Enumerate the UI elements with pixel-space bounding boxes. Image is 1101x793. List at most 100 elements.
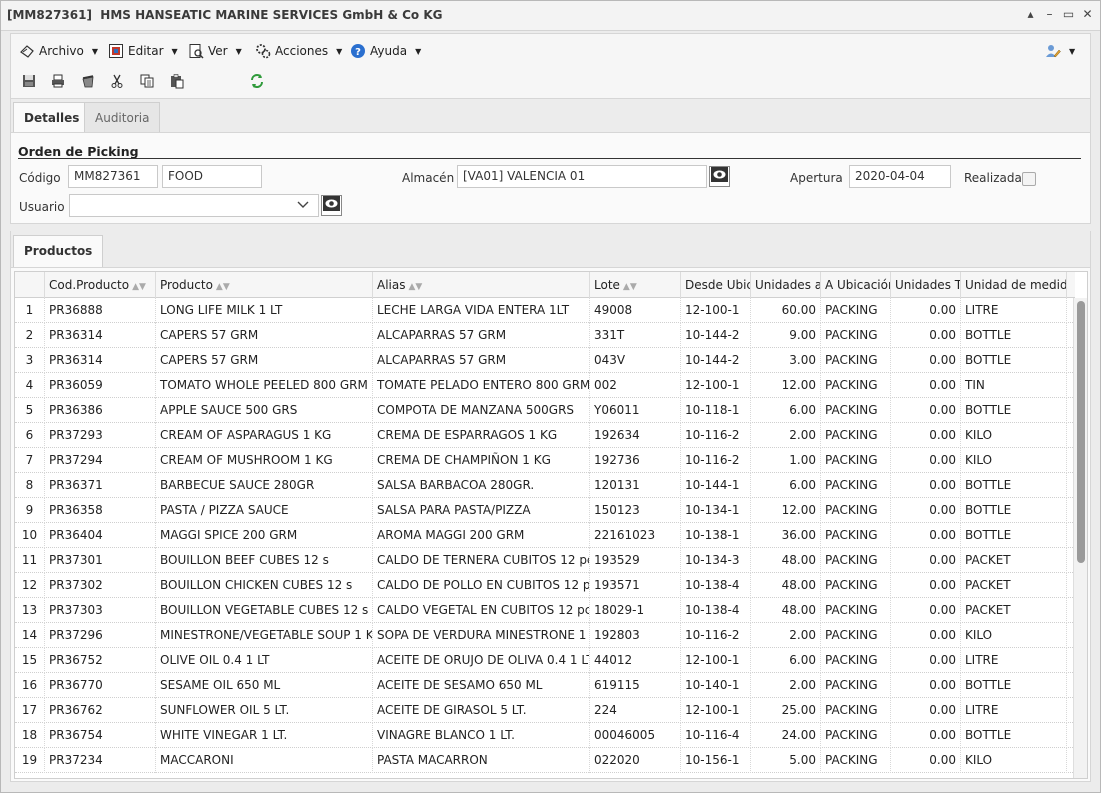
header-desde-ubicacion[interactable]: Desde Ubicación [681, 272, 751, 298]
table-row[interactable]: 11 PR37301 BOUILLON BEEF CUBES 12 s CALDO D… [15, 548, 1075, 573]
cell-unidades-transferidas: 0.00 [891, 323, 961, 348]
header-unidades-transferidas[interactable]: Unidades Transferidas [891, 272, 961, 298]
cell-producto: BARBECUE SAUCE 280GR [156, 473, 373, 498]
table-row[interactable]: 7 PR37294 CREAM OF MUSHROOM 1 KG CREMA DE C… [15, 448, 1075, 473]
cell-cod-producto: PR36752 [45, 648, 156, 673]
header-producto[interactable]: Producto ▲▼ [156, 272, 373, 298]
table-row[interactable]: 5 PR36386 APPLE SAUCE 500 GRS COMPOTA DE MA… [15, 398, 1075, 423]
row-number: 8 [15, 473, 45, 498]
cell-producto: OLIVE OIL 0.4 1 LT [156, 648, 373, 673]
table-row[interactable]: 13 PR37303 BOUILLON VEGETABLE CUBES 12 s CA… [15, 598, 1075, 623]
refresh-icon[interactable] [248, 73, 266, 91]
cell-alias: TOMATE PELADO ENTERO 800 GRM [373, 373, 590, 398]
cell-unidad-de-medida: KILO [961, 448, 1067, 473]
minimize-icon[interactable]: – [1043, 6, 1056, 22]
menu-ayuda[interactable]: ? Ayuda ▼ [350, 43, 421, 59]
cell-lote: 120131 [590, 473, 681, 498]
cell-producto: CAPERS 57 GRM [156, 348, 373, 373]
table-row[interactable]: 16 PR36770 SESAME OIL 650 ML ACEITE DE SESA… [15, 673, 1075, 698]
header-unidades-a-mover[interactable]: Unidades a Mover [751, 272, 821, 298]
cell-unidades-a-mover: 25.00 [751, 698, 821, 723]
picking-order-form: Orden de Picking Código MM827361 FOOD Al… [10, 132, 1091, 224]
close-icon[interactable]: ✕ [1081, 6, 1094, 22]
cell-unidad-de-medida: BOTTLE [961, 348, 1067, 373]
menu-acciones[interactable]: Acciones ▼ [255, 43, 342, 59]
window-title: [MM827361] HMS HANSEATIC MARINE SERVICES… [7, 8, 443, 22]
cell-unidades-a-mover: 12.00 [751, 373, 821, 398]
cell-lote: 619115 [590, 673, 681, 698]
delete-icon[interactable] [79, 73, 97, 91]
cell-unidades-a-mover: 6.00 [751, 398, 821, 423]
realizada-checkbox[interactable] [1022, 172, 1036, 186]
apertura-field[interactable]: 2020-04-04 [849, 165, 951, 188]
almacen-lookup-button[interactable] [709, 166, 730, 187]
table-row[interactable]: 15 PR36752 OLIVE OIL 0.4 1 LT ACEITE DE ORU… [15, 648, 1075, 673]
realizada-label: Realizada [964, 171, 1022, 185]
cell-desde-ubicacion: 12-100-1 [681, 648, 751, 673]
table-row[interactable]: 9 PR36358 PASTA / PIZZA SAUCE SALSA PARA PA… [15, 498, 1075, 523]
cell-cod-producto: PR37303 [45, 598, 156, 623]
copy-icon[interactable] [138, 73, 156, 91]
table-row[interactable]: 10 PR36404 MAGGI SPICE 200 GRM AROMA MAGGI … [15, 523, 1075, 548]
cell-lote: 022020 [590, 748, 681, 773]
tab-detalles[interactable]: Detalles [13, 102, 91, 134]
chevron-down-icon[interactable] [297, 198, 309, 213]
cell-a-ubicacion: PACKING [821, 598, 891, 623]
menu-ver[interactable]: Ver ▼ [188, 43, 242, 59]
table-row[interactable]: 12 PR37302 BOUILLON CHICKEN CUBES 12 s CALD… [15, 573, 1075, 598]
apertura-label: Apertura [790, 171, 843, 185]
almacen-field[interactable]: [VA01] VALENCIA 01 [457, 165, 707, 188]
cell-lote: 193529 [590, 548, 681, 573]
maximize-icon[interactable]: ▭ [1062, 6, 1075, 22]
header-unidad-de-medida[interactable]: Unidad de medida [961, 272, 1067, 298]
table-row[interactable]: 1 PR36888 LONG LIFE MILK 1 LT LECHE LARGA V… [15, 298, 1075, 323]
title-bar[interactable]: [MM827361] HMS HANSEATIC MARINE SERVICES… [1, 1, 1100, 31]
tab-productos[interactable]: Productos [13, 235, 104, 268]
header-lote[interactable]: Lote ▲▼ [590, 272, 681, 298]
cell-producto: PASTA / PIZZA SAUCE [156, 498, 373, 523]
codigo-type-field[interactable]: FOOD [162, 165, 262, 188]
sort-icon: ▲▼ [622, 282, 637, 292]
cell-cod-producto: PR36770 [45, 673, 156, 698]
header-a-ubicacion[interactable]: A Ubicación [821, 272, 891, 298]
menu-archivo[interactable]: Archivo ▼ [19, 43, 98, 59]
usuario-select[interactable] [69, 194, 319, 217]
table-row[interactable]: 6 PR37293 CREAM OF ASPARAGUS 1 KG CREMA DE … [15, 423, 1075, 448]
cell-unidades-a-mover: 3.00 [751, 348, 821, 373]
usuario-lookup-button[interactable] [321, 195, 342, 216]
menu-editar[interactable]: Editar ▼ [108, 43, 178, 59]
products-panel: Cod.Producto ▲▼ Producto ▲▼ Alias ▲▼ Lote ▲▼… [10, 267, 1091, 782]
user-edit-icon [1045, 43, 1061, 59]
user-menu[interactable]: ▼ [1045, 43, 1075, 59]
cell-alias: CREMA DE ESPARRAGOS 1 KG [373, 423, 590, 448]
table-row[interactable]: 18 PR36754 WHITE VINEGAR 1 LT. VINAGRE BLAN… [15, 723, 1075, 748]
cell-lote: 224 [590, 698, 681, 723]
cell-producto: SESAME OIL 650 ML [156, 673, 373, 698]
eye-icon [323, 196, 340, 214]
tab-auditoria[interactable]: Auditoria [84, 102, 161, 133]
table-row[interactable]: 3 PR36314 CAPERS 57 GRM ALCAPARRAS 57 GRM 04… [15, 348, 1075, 373]
chevron-down-icon: ▼ [91, 46, 99, 56]
table-row[interactable]: 4 PR36059 TOMATO WHOLE PEELED 800 GRM TOMAT… [15, 373, 1075, 398]
table-row[interactable]: 19 PR37234 MACCARONI PASTA MACARRON 022020 10… [15, 748, 1075, 773]
cell-unidad-de-medida: BOTTLE [961, 498, 1067, 523]
table-row[interactable]: 2 PR36314 CAPERS 57 GRM ALCAPARRAS 57 GRM 33… [15, 323, 1075, 348]
scrollbar-thumb[interactable] [1077, 301, 1085, 563]
table-row[interactable]: 14 PR37296 MINESTRONE/VEGETABLE SOUP 1 KG S… [15, 623, 1075, 648]
grid-body: 1 PR36888 LONG LIFE MILK 1 LT LECHE LARGA V… [15, 298, 1075, 773]
codigo-field[interactable]: MM827361 [68, 165, 158, 188]
table-row[interactable]: 17 PR36762 SUNFLOWER OIL 5 LT. ACEITE DE GI… [15, 698, 1075, 723]
header-alias[interactable]: Alias ▲▼ [373, 272, 590, 298]
cell-unidades-transferidas: 0.00 [891, 498, 961, 523]
cut-icon[interactable] [108, 73, 126, 91]
paste-icon[interactable] [168, 73, 186, 91]
edit-icon [108, 43, 124, 59]
save-icon[interactable] [20, 73, 38, 91]
table-row[interactable]: 8 PR36371 BARBECUE SAUCE 280GR SALSA BARBAC… [15, 473, 1075, 498]
collapse-icon[interactable]: ▴ [1024, 6, 1037, 22]
vertical-scrollbar[interactable] [1073, 298, 1087, 778]
print-icon[interactable] [49, 73, 67, 91]
cell-cod-producto: PR36404 [45, 523, 156, 548]
row-number: 7 [15, 448, 45, 473]
header-cod-producto[interactable]: Cod.Producto ▲▼ [45, 272, 156, 298]
